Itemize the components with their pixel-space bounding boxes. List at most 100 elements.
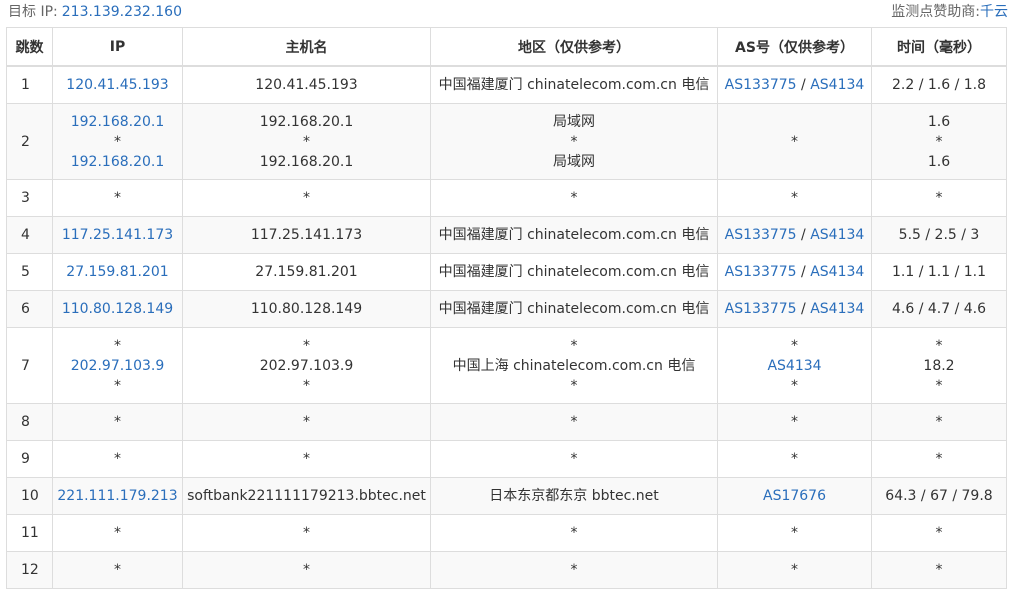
time-line: 64.3 / 67 / 79.8: [872, 486, 1006, 506]
time-line: *: [872, 376, 1006, 396]
sponsor-label: 监测点赞助商:千云: [891, 1, 1008, 21]
asn-separator: /: [796, 301, 811, 317]
asn-text: *: [791, 562, 798, 578]
region-text: *: [570, 190, 578, 206]
ip-link[interactable]: 110.80.128.149: [62, 301, 173, 317]
time-cell: 64.3 / 67 / 79.8: [871, 477, 1007, 515]
ip-link[interactable]: 192.168.20.1: [71, 154, 165, 170]
region-line: *: [431, 523, 717, 543]
asn-text: *: [791, 337, 798, 354]
ip-link[interactable]: 202.97.103.9: [71, 358, 165, 374]
region-text: *: [570, 337, 578, 354]
region-line: *: [431, 188, 717, 208]
time-cell: 2.2 / 1.6 / 1.8: [871, 65, 1007, 104]
time-text: *: [935, 337, 943, 354]
hostname-line: *: [183, 523, 430, 543]
hostname-line: 192.168.20.1: [183, 152, 430, 172]
hop-cell: 1: [6, 65, 53, 104]
hostname-line: 202.97.103.9: [183, 356, 430, 376]
hostname-cell: 27.159.81.201: [182, 253, 431, 291]
asn-link[interactable]: AS4134: [767, 358, 821, 374]
region-line: *: [431, 132, 717, 152]
hostname-cell: *: [182, 179, 431, 217]
region-text: 中国福建厦门 chinatelecom.com.cn 电信: [438, 301, 710, 317]
ip-link[interactable]: 27.159.81.201: [66, 264, 168, 280]
hop-number: 8: [21, 414, 30, 430]
asn-cell: *: [717, 403, 872, 441]
hostname-text: 27.159.81.201: [255, 264, 358, 280]
hop-number: 11: [21, 525, 39, 541]
table-row: 10 221.111.179.213 softbank221111179213.bb…: [6, 477, 1007, 515]
hostname-text: 192.168.20.1: [259, 153, 354, 170]
asn-link[interactable]: AS133775: [725, 227, 797, 243]
region-cell: *: [430, 440, 718, 478]
asn-link[interactable]: AS4134: [810, 77, 864, 93]
hop-number: 6: [21, 301, 30, 317]
col-header-hop: 跳数: [6, 27, 53, 67]
asn-line: *: [718, 412, 871, 432]
hostname-cell: 117.25.141.173: [182, 216, 431, 254]
hostname-text: *: [303, 337, 310, 354]
region-line: 中国上海 chinatelecom.com.cn 电信: [431, 356, 717, 376]
region-cell: *: [430, 514, 718, 552]
region-text: *: [570, 414, 578, 430]
hostname-cell: softbank221111179213.bbtec.net: [182, 477, 431, 515]
hostname-line: *: [183, 560, 430, 580]
asn-link[interactable]: AS133775: [725, 77, 797, 93]
asn-cell: *: [717, 514, 872, 552]
asn-link[interactable]: AS4134: [810, 227, 864, 243]
table-row: 11 * * * * *: [6, 514, 1007, 552]
hop-cell: 3: [6, 179, 53, 217]
time-line: *: [872, 449, 1006, 469]
ip-link[interactable]: 192.168.20.1: [71, 114, 165, 130]
time-text: *: [935, 414, 943, 430]
col-header-region: 地区（仅供参考）: [430, 27, 718, 67]
time-text: 4.6 / 4.7 / 4.6: [891, 301, 987, 317]
asn-link[interactable]: AS133775: [725, 301, 797, 317]
region-cell: 中国福建厦门 chinatelecom.com.cn 电信: [430, 216, 718, 254]
target-ip-label: 目标 IP: 213.139.232.160: [8, 1, 182, 21]
region-cell: * 中国上海 chinatelecom.com.cn 电信 *: [430, 327, 718, 404]
time-cell: *: [871, 440, 1007, 478]
time-text: *: [935, 525, 943, 541]
table-header-row: 跳数 IP 主机名 地区（仅供参考） AS号（仅供参考） 时间（毫秒）: [6, 27, 1007, 67]
time-line: 1.6: [872, 112, 1006, 132]
asn-cell: * AS4134 *: [717, 327, 872, 404]
hostname-line: *: [183, 449, 430, 469]
region-cell: *: [430, 179, 718, 217]
asn-link[interactable]: AS4134: [810, 264, 864, 280]
ip-link[interactable]: 221.111.179.213: [57, 488, 177, 504]
hostname-text: 120.41.45.193: [255, 77, 358, 93]
hostname-cell: * 202.97.103.9 *: [182, 327, 431, 404]
hostname-line: *: [183, 412, 430, 432]
hostname-line: 110.80.128.149: [183, 299, 430, 319]
ip-link[interactable]: 117.25.141.173: [62, 227, 173, 243]
col-header-asn: AS号（仅供参考）: [717, 27, 872, 67]
asn-line: *: [718, 449, 871, 469]
time-text: 2.2 / 1.6 / 1.8: [891, 77, 987, 93]
region-text: *: [570, 377, 578, 394]
asn-line: AS133775 / AS4134: [718, 299, 871, 319]
hostname-cell: 110.80.128.149: [182, 290, 431, 328]
asn-link[interactable]: AS17676: [763, 488, 826, 504]
hostname-text: softbank221111179213.bbtec.net: [187, 488, 426, 504]
asn-link[interactable]: AS133775: [725, 264, 797, 280]
sponsor-link[interactable]: 千云: [980, 4, 1008, 20]
asn-line: AS4134: [718, 356, 871, 376]
table-row: 7 * 202.97.103.9 * * 202.97.103.9 * * 中国上海 china…: [6, 327, 1007, 404]
hostname-text: *: [303, 562, 310, 578]
hop-number: 5: [21, 264, 30, 280]
region-line: 局域网: [431, 152, 717, 172]
region-text: 中国福建厦门 chinatelecom.com.cn 电信: [438, 264, 710, 280]
time-text: *: [935, 190, 943, 206]
traceroute-table: 跳数 IP 主机名 地区（仅供参考） AS号（仅供参考） 时间（毫秒） 1 120…: [6, 27, 1007, 589]
ip-link[interactable]: 120.41.45.193: [66, 77, 168, 93]
asn-text: *: [791, 133, 798, 150]
time-cell: *: [871, 179, 1007, 217]
asn-cell: AS133775 / AS4134: [717, 253, 872, 291]
ip-cell: 120.41.45.193: [52, 65, 183, 104]
asn-text: *: [791, 525, 798, 541]
region-line: *: [431, 376, 717, 396]
asn-link[interactable]: AS4134: [810, 301, 864, 317]
asn-line: *: [718, 560, 871, 580]
